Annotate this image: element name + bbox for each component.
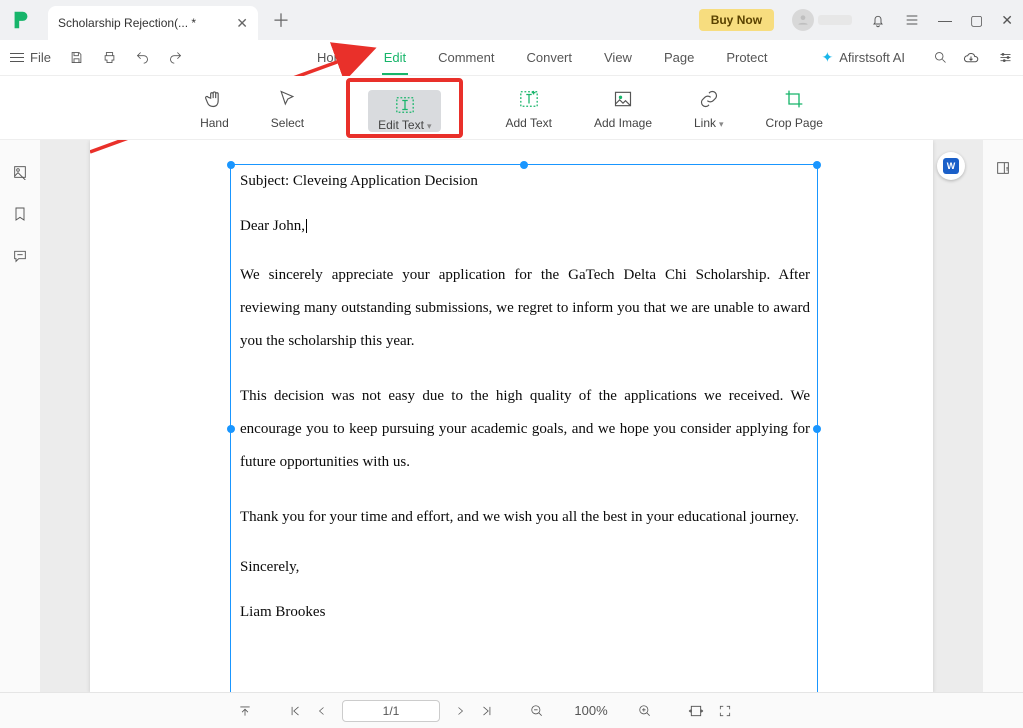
statusbar: 100% <box>0 692 1023 728</box>
subject-line: Subject: Cleveing Application Decision <box>240 170 810 193</box>
resize-handle[interactable] <box>813 161 821 169</box>
last-page-icon[interactable] <box>480 704 494 718</box>
search-icon[interactable] <box>933 50 948 65</box>
chevron-down-icon: ▾ <box>427 121 432 131</box>
ai-button[interactable]: ✦ Afirstsoft AI <box>822 49 905 66</box>
salutation: Dear John, <box>240 215 810 238</box>
cloud-icon[interactable] <box>962 51 980 65</box>
tab-convert[interactable]: Convert <box>524 50 574 65</box>
right-rail <box>983 140 1023 692</box>
tab-title: Scholarship Rejection(... * <box>58 16 196 30</box>
first-page-icon[interactable] <box>288 704 302 718</box>
signature: Liam Brookes <box>240 601 810 624</box>
body-para-3: Thank you for your time and effort, and … <box>240 501 810 534</box>
page-input[interactable] <box>342 700 440 722</box>
document-canvas[interactable]: Subject: Cleveing Application Decision D… <box>40 140 983 692</box>
thumbnails-icon[interactable] <box>12 164 28 180</box>
bell-icon[interactable] <box>870 12 886 28</box>
tool-edit-text[interactable]: Edit Text▾ <box>346 78 463 138</box>
save-icon[interactable] <box>69 50 84 65</box>
resize-handle[interactable] <box>227 425 235 433</box>
body-para-2: This decision was not easy due to the hi… <box>240 380 810 479</box>
tab-page[interactable]: Page <box>662 50 696 65</box>
edit-text-icon <box>378 92 431 118</box>
fit-width-icon[interactable] <box>688 704 704 718</box>
body-para-1: We sincerely appreciate your application… <box>240 259 810 358</box>
resize-handle[interactable] <box>813 425 821 433</box>
tab-protect[interactable]: Protect <box>724 50 769 65</box>
edit-toolbar: Hand Select Edit Text▾ Add Text Add Imag… <box>0 76 1023 140</box>
fit-page-icon[interactable] <box>718 704 732 718</box>
app-logo <box>8 7 34 33</box>
account-name-placeholder <box>818 15 852 25</box>
buy-now-button[interactable]: Buy Now <box>699 9 774 31</box>
add-image-icon <box>613 86 633 112</box>
cursor-icon <box>277 86 297 112</box>
resize-handle[interactable] <box>520 161 528 169</box>
resize-handle[interactable] <box>227 161 235 169</box>
scroll-top-icon[interactable] <box>238 704 252 718</box>
sparkle-icon: ✦ <box>822 49 834 66</box>
left-rail <box>0 140 40 692</box>
tool-hand[interactable]: Hand <box>200 86 229 130</box>
new-tab-button[interactable]: ＋ <box>272 7 290 33</box>
bookmark-icon[interactable] <box>12 206 28 222</box>
export-word-button[interactable]: W <box>937 152 965 180</box>
closing: Sincerely, <box>240 556 810 579</box>
hand-icon <box>204 86 224 112</box>
zoom-level[interactable]: 100% <box>558 703 624 718</box>
tab-close-icon[interactable]: ✕ <box>236 15 248 32</box>
document-content[interactable]: Subject: Cleveing Application Decision D… <box>240 170 810 645</box>
tab-comment[interactable]: Comment <box>436 50 496 65</box>
tool-add-text[interactable]: Add Text <box>505 86 551 130</box>
next-page-icon[interactable] <box>454 705 466 717</box>
account-chip[interactable] <box>792 9 852 31</box>
word-icon: W <box>943 158 959 174</box>
avatar-icon <box>792 9 814 31</box>
close-window-button[interactable]: ✕ <box>1001 12 1013 29</box>
prev-page-icon[interactable] <box>316 705 328 717</box>
crop-icon <box>784 86 804 112</box>
tab-edit[interactable]: Edit <box>382 50 408 65</box>
comment-icon[interactable] <box>12 248 28 264</box>
maximize-button[interactable]: ▢ <box>970 12 983 29</box>
tool-add-image[interactable]: Add Image <box>594 86 652 130</box>
zoom-out-icon[interactable] <box>530 704 544 718</box>
undo-icon[interactable] <box>135 50 150 65</box>
minimize-button[interactable]: — <box>938 12 952 29</box>
link-icon <box>699 86 719 112</box>
workspace: Subject: Cleveing Application Decision D… <box>0 140 1023 692</box>
panel-toggle-icon[interactable] <box>995 160 1011 176</box>
tool-select[interactable]: Select <box>271 86 304 130</box>
menubar: File Home Edit Comment Convert View Page… <box>0 40 1023 76</box>
tab-home[interactable]: Home <box>315 50 354 65</box>
hamburger-icon[interactable] <box>904 12 920 28</box>
titlebar: Scholarship Rejection(... * ✕ ＋ Buy Now … <box>0 0 1023 40</box>
tab-view[interactable]: View <box>602 50 634 65</box>
add-text-icon <box>518 86 540 112</box>
tool-crop-page[interactable]: Crop Page <box>766 86 823 130</box>
file-burger-icon <box>10 50 24 65</box>
document-tab[interactable]: Scholarship Rejection(... * ✕ <box>48 6 258 40</box>
redo-icon[interactable] <box>168 50 183 65</box>
chevron-down-icon: ▾ <box>719 119 724 129</box>
tool-link[interactable]: Link▾ <box>694 86 724 130</box>
print-icon[interactable] <box>102 50 117 65</box>
zoom-in-icon[interactable] <box>638 704 652 718</box>
settings-sliders-icon[interactable] <box>998 50 1013 65</box>
file-menu[interactable]: File <box>10 50 51 65</box>
